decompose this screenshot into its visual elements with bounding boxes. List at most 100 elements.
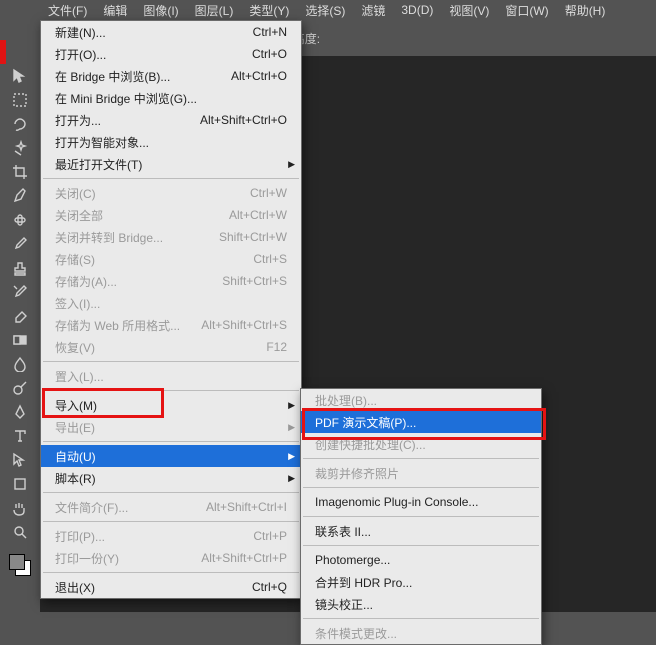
menu-item-label: 文件简介(F)...: [55, 499, 206, 516]
eraser-tool-icon[interactable]: [8, 306, 32, 326]
stamp-tool-icon[interactable]: [8, 258, 32, 278]
type-tool-icon[interactable]: [8, 426, 32, 446]
separator: [303, 516, 539, 517]
submenu-item-label: PDF 演示文稿(P)...: [315, 414, 527, 431]
menu-item-label: 最近打开文件(T): [55, 156, 287, 173]
menu-item: 存储(S)Ctrl+S: [41, 248, 301, 270]
menu-item-label: 导出(E): [55, 419, 287, 436]
submenu-item-label: Photomerge...: [315, 553, 527, 567]
submenu-item-label: 镜头校正...: [315, 596, 527, 613]
eyedropper-tool-icon[interactable]: [8, 186, 32, 206]
menu-item: 置入(L)...: [41, 365, 301, 387]
menu-item[interactable]: 图像(I): [135, 0, 186, 21]
menu-item-label: 存储为 Web 所用格式...: [55, 317, 201, 334]
submenu-item[interactable]: Imagenomic Plug-in Console...: [301, 491, 541, 513]
menu-item: 签入(I)...: [41, 292, 301, 314]
separator: [303, 545, 539, 546]
menu-item-shortcut: Shift+Ctrl+S: [222, 274, 287, 288]
menu-item[interactable]: 图层(L): [187, 0, 242, 21]
menu-item: 导出(E): [41, 416, 301, 438]
shape-tool-icon[interactable]: [8, 474, 32, 494]
menu-item[interactable]: 3D(D): [393, 1, 441, 19]
menu-item[interactable]: 打开为...Alt+Shift+Ctrl+O: [41, 109, 301, 131]
submenu-item-label: Imagenomic Plug-in Console...: [315, 495, 527, 509]
menu-item-label: 打印(P)...: [55, 528, 253, 545]
submenu-item: 裁剪并修齐照片: [301, 462, 541, 484]
menu-item-shortcut: Ctrl+O: [252, 47, 287, 61]
automate-submenu: 批处理(B)... PDF 演示文稿(P)... 创建快捷批处理(C)... 裁剪并修…: [300, 388, 542, 645]
gradient-tool-icon[interactable]: [8, 330, 32, 350]
separator: [303, 458, 539, 459]
menu-item[interactable]: 视图(V): [441, 0, 497, 21]
menu-item[interactable]: 最近打开文件(T): [41, 153, 301, 175]
menu-item-label: 签入(I)...: [55, 295, 287, 312]
history-brush-tool-icon[interactable]: [8, 282, 32, 302]
menu-item[interactable]: 退出(X)Ctrl+Q: [41, 576, 301, 598]
path-tool-icon[interactable]: [8, 450, 32, 470]
crop-tool-icon[interactable]: [8, 162, 32, 182]
menu-item[interactable]: 窗口(W): [497, 0, 556, 21]
menu-item[interactable]: 脚本(R): [41, 467, 301, 489]
menu-item-label: 在 Mini Bridge 中浏览(G)...: [55, 90, 287, 107]
separator: [43, 361, 299, 362]
menu-item-label: 存储(S): [55, 251, 253, 268]
menu-item[interactable]: 导入(M): [41, 394, 301, 416]
lasso-tool-icon[interactable]: [8, 114, 32, 134]
separator: [43, 572, 299, 573]
menu-item[interactable]: 文件(F): [40, 0, 95, 21]
menu-item[interactable]: 打开为智能对象...: [41, 131, 301, 153]
move-tool-icon[interactable]: [8, 66, 32, 86]
hand-tool-icon[interactable]: [8, 498, 32, 518]
menu-item-label: 脚本(R): [55, 470, 287, 487]
menu-item-label: 新建(N)...: [55, 24, 253, 41]
healing-tool-icon[interactable]: [8, 210, 32, 230]
brush-tool-icon[interactable]: [8, 234, 32, 254]
submenu-item[interactable]: 联系表 II...: [301, 520, 541, 542]
menu-item[interactable]: 类型(Y): [241, 0, 297, 21]
submenu-item[interactable]: 合并到 HDR Pro...: [301, 571, 541, 593]
separator: [43, 441, 299, 442]
menu-item[interactable]: 新建(N)...Ctrl+N: [41, 21, 301, 43]
menu-item[interactable]: 在 Bridge 中浏览(B)...Alt+Ctrl+O: [41, 65, 301, 87]
menu-item: 打印一份(Y)Alt+Shift+Ctrl+P: [41, 547, 301, 569]
submenu-item-label: 创建快捷批处理(C)...: [315, 436, 527, 453]
submenu-item[interactable]: PDF 演示文稿(P)...: [301, 411, 541, 433]
menu-item-label: 打开为...: [55, 112, 200, 129]
menu-item-shortcut: Shift+Ctrl+W: [219, 230, 287, 244]
menu-item-label: 关闭(C): [55, 185, 250, 202]
menu-item[interactable]: 打开(O)...Ctrl+O: [41, 43, 301, 65]
submenu-item-label: 批处理(B)...: [315, 392, 527, 409]
menu-item-label: 打开为智能对象...: [55, 134, 287, 151]
blur-tool-icon[interactable]: [8, 354, 32, 374]
separator: [43, 521, 299, 522]
submenu-item: 批处理(B)...: [301, 389, 541, 411]
color-swatch[interactable]: [9, 554, 31, 576]
menu-item[interactable]: 选择(S): [297, 0, 353, 21]
menu-item[interactable]: 滤镜: [353, 0, 393, 21]
marquee-tool-icon[interactable]: [8, 90, 32, 110]
zoom-tool-icon[interactable]: [8, 522, 32, 542]
separator: [43, 390, 299, 391]
submenu-item[interactable]: Photomerge...: [301, 549, 541, 571]
menu-item-shortcut: Ctrl+W: [250, 186, 287, 200]
menu-item-label: 关闭全部: [55, 207, 229, 224]
menu-item-shortcut: Ctrl+Q: [252, 580, 287, 594]
menu-item: 恢复(V)F12: [41, 336, 301, 358]
menu-item-label: 存储为(A)...: [55, 273, 222, 290]
menu-item-shortcut: Alt+Shift+Ctrl+O: [200, 113, 287, 127]
pen-tool-icon[interactable]: [8, 402, 32, 422]
menu-item[interactable]: 编辑: [95, 0, 135, 21]
menu-item: 关闭(C)Ctrl+W: [41, 182, 301, 204]
menu-item-shortcut: Alt+Ctrl+O: [231, 69, 287, 83]
menu-item[interactable]: 帮助(H): [557, 0, 614, 21]
submenu-item-label: 合并到 HDR Pro...: [315, 574, 527, 591]
menu-item[interactable]: 自动(U): [41, 445, 301, 467]
separator: [43, 178, 299, 179]
menu-item-label: 关闭并转到 Bridge...: [55, 229, 219, 246]
dodge-tool-icon[interactable]: [8, 378, 32, 398]
wand-tool-icon[interactable]: [8, 138, 32, 158]
menu-item-label: 打开(O)...: [55, 46, 252, 63]
menu-item[interactable]: 在 Mini Bridge 中浏览(G)...: [41, 87, 301, 109]
menu-item-shortcut: Alt+Ctrl+W: [229, 208, 287, 222]
menu-item: 打印(P)...Ctrl+P: [41, 525, 301, 547]
